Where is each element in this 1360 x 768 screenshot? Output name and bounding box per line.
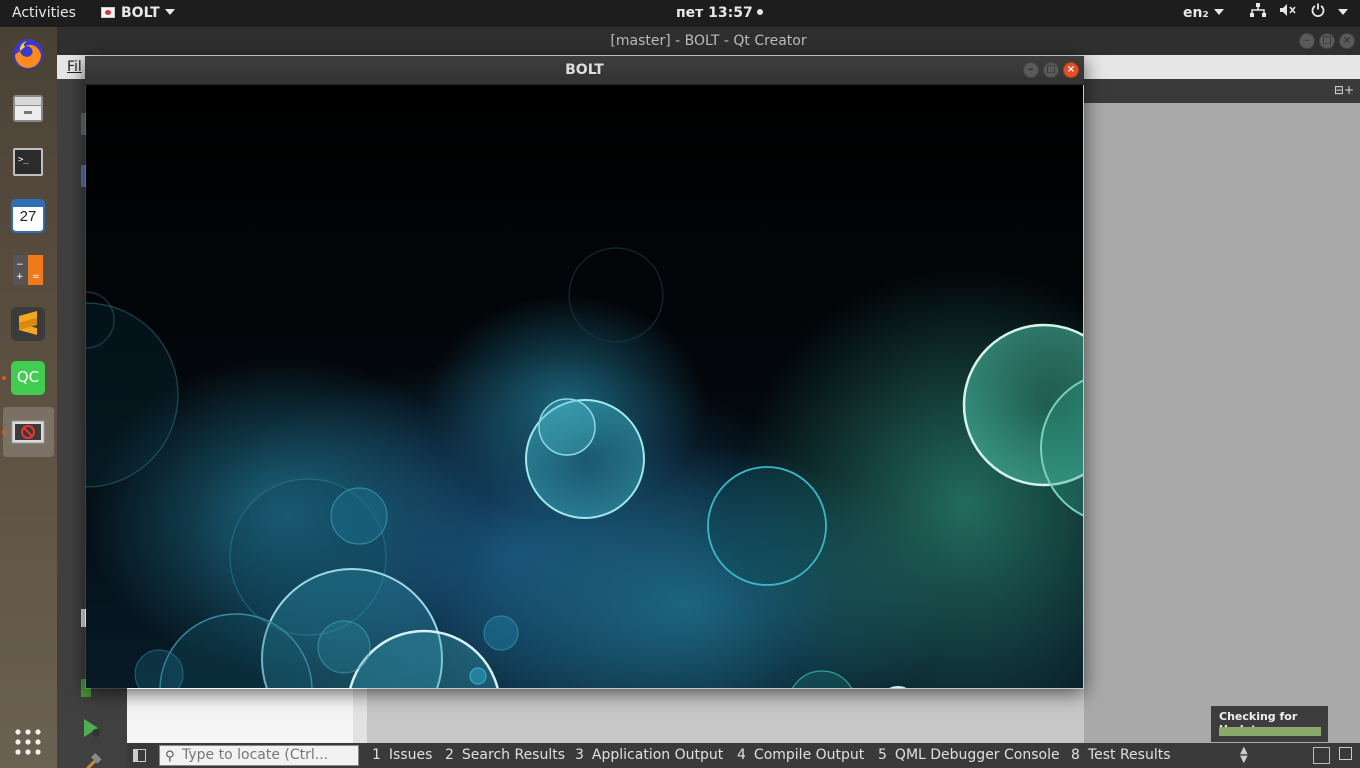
output-pane-bar: ⚲ Type to locate (Ctrl... 1 Issues 2 Searc… (127, 743, 1360, 768)
notification-dot-icon (756, 9, 763, 15)
update-progress-fill (1219, 727, 1321, 736)
tab-number: 1 (372, 747, 381, 763)
dock: >_ 27 − + = QC (0, 27, 57, 768)
build-hammer-icon[interactable] (81, 753, 103, 768)
up-down-arrows-icon[interactable]: ▲ ▼ (1240, 746, 1248, 765)
tab-number: 5 (878, 747, 887, 763)
projects-pane[interactable] (127, 688, 367, 743)
calendar-day-label: 27 (19, 208, 37, 225)
bolt-titlebar[interactable]: BOLT – □ × (85, 56, 1084, 85)
maximize-icon[interactable]: □ (1043, 62, 1059, 78)
bolt-title: BOLT (565, 62, 604, 78)
tab-label: Search Results (461, 747, 566, 763)
lower-pane (127, 688, 1084, 743)
tab-compile-output[interactable]: 4 Compile Output (737, 743, 864, 768)
dock-item-firefox[interactable] (0, 29, 57, 79)
editor-area[interactable] (1084, 103, 1360, 743)
tab-search-results[interactable]: 2 Search Results (445, 743, 565, 768)
close-icon[interactable]: × (1063, 62, 1079, 78)
locator-input[interactable]: ⚲ Type to locate (Ctrl... (159, 745, 359, 766)
firefox-icon (11, 37, 45, 71)
bolt-app-icon (11, 415, 45, 449)
sublime-icon (11, 307, 45, 341)
language-indicator[interactable]: en₂ (1183, 0, 1224, 27)
tab-label: QML Debugger Console (894, 747, 1060, 763)
search-icon: ⚲ (165, 749, 175, 764)
scrollbar[interactable] (353, 688, 367, 743)
language-label: en₂ (1183, 5, 1209, 21)
power-icon (1311, 0, 1325, 27)
qt-creator-title: [master] - BOLT - Qt Creator (610, 33, 807, 49)
tab-test-results[interactable]: 8 Test Results (1071, 743, 1171, 768)
system-tray[interactable] (1250, 0, 1357, 27)
tab-number: 3 (575, 747, 584, 763)
files-icon (11, 91, 45, 125)
running-indicator (2, 376, 6, 380)
tab-number: 4 (737, 747, 746, 763)
bolt-render-canvas[interactable] (86, 85, 1083, 688)
update-progress-popup[interactable]: Checking for Updates (1211, 706, 1328, 742)
dock-item-sublime-text[interactable] (0, 299, 57, 349)
svg-text:+: + (16, 272, 24, 282)
tab-issues[interactable]: 1 Issues (372, 743, 432, 768)
app-menu[interactable]: BOLT (101, 0, 175, 27)
update-progress-bar (1219, 727, 1321, 736)
bolt-window: BOLT – □ × (85, 56, 1084, 689)
svg-text:>_: >_ (18, 155, 29, 165)
dock-item-qt-creator[interactable]: QC (0, 353, 57, 403)
menu-file[interactable]: Fil (67, 55, 82, 79)
tab-number: 8 (1071, 747, 1080, 763)
bubble-wallpaper-image (86, 85, 1083, 688)
dock-item-calendar[interactable]: 27 (0, 191, 57, 241)
maximize-icon[interactable]: □ (1319, 33, 1335, 49)
grid-icon (11, 725, 45, 759)
debug-run-icon[interactable] (81, 717, 103, 739)
svg-text:−: − (16, 260, 24, 270)
calendar-icon: 27 (11, 199, 45, 233)
tab-label: Application Output (591, 747, 724, 763)
tab-qml-debugger-console[interactable]: 5 QML Debugger Console (878, 743, 1060, 768)
clock-label: пет 13:57 (676, 5, 753, 21)
tab-label: Compile Output (753, 747, 865, 763)
calculator-icon: − + = (11, 253, 45, 287)
app-menu-label: BOLT (121, 5, 160, 21)
tab-label: Test Results (1087, 747, 1171, 763)
minimize-icon[interactable]: – (1299, 33, 1315, 49)
qtcreator-icon: QC (11, 361, 45, 395)
tab-number: 2 (445, 747, 454, 763)
dock-item-calculator[interactable]: − + = (0, 245, 57, 295)
chevron-down-icon (1213, 9, 1224, 15)
editor-toolbar: ⊟+ (1084, 79, 1360, 103)
toggle-right-sidebar-icon[interactable] (1339, 747, 1352, 760)
volume-muted-icon (1279, 0, 1297, 27)
chevron-down-icon (164, 9, 175, 15)
split-icon[interactable]: ⊟+ (1334, 83, 1354, 97)
toggle-sidebar-icon[interactable] (133, 749, 146, 762)
locator-placeholder: Type to locate (Ctrl... (182, 747, 329, 763)
dock-item-terminal[interactable]: >_ (0, 137, 57, 187)
maximize-pane-icon[interactable] (1313, 747, 1330, 764)
clock[interactable]: пет 13:57 (676, 0, 763, 27)
qt-creator-titlebar[interactable]: [master] - BOLT - Qt Creator – □ × (57, 27, 1360, 55)
terminal-icon: >_ (11, 145, 45, 179)
bolt-app-icon (101, 7, 115, 18)
top-bar: Activities BOLT пет 13:57 en₂ (0, 0, 1360, 27)
chevron-down-icon (1338, 9, 1349, 15)
running-indicator (2, 430, 6, 434)
minimize-icon[interactable]: – (1023, 62, 1039, 78)
dock-item-files[interactable] (0, 83, 57, 133)
show-apps-button[interactable] (0, 715, 57, 765)
tab-application-output[interactable]: 3 Application Output (575, 743, 723, 768)
network-icon (1250, 0, 1266, 27)
close-icon[interactable]: × (1339, 33, 1355, 49)
svg-text:=: = (32, 272, 40, 282)
activities-button[interactable]: Activities (12, 0, 76, 27)
qtcreator-icon-label: QC (16, 368, 40, 386)
tab-label: Issues (388, 747, 433, 763)
dock-item-bolt[interactable] (2, 407, 54, 457)
